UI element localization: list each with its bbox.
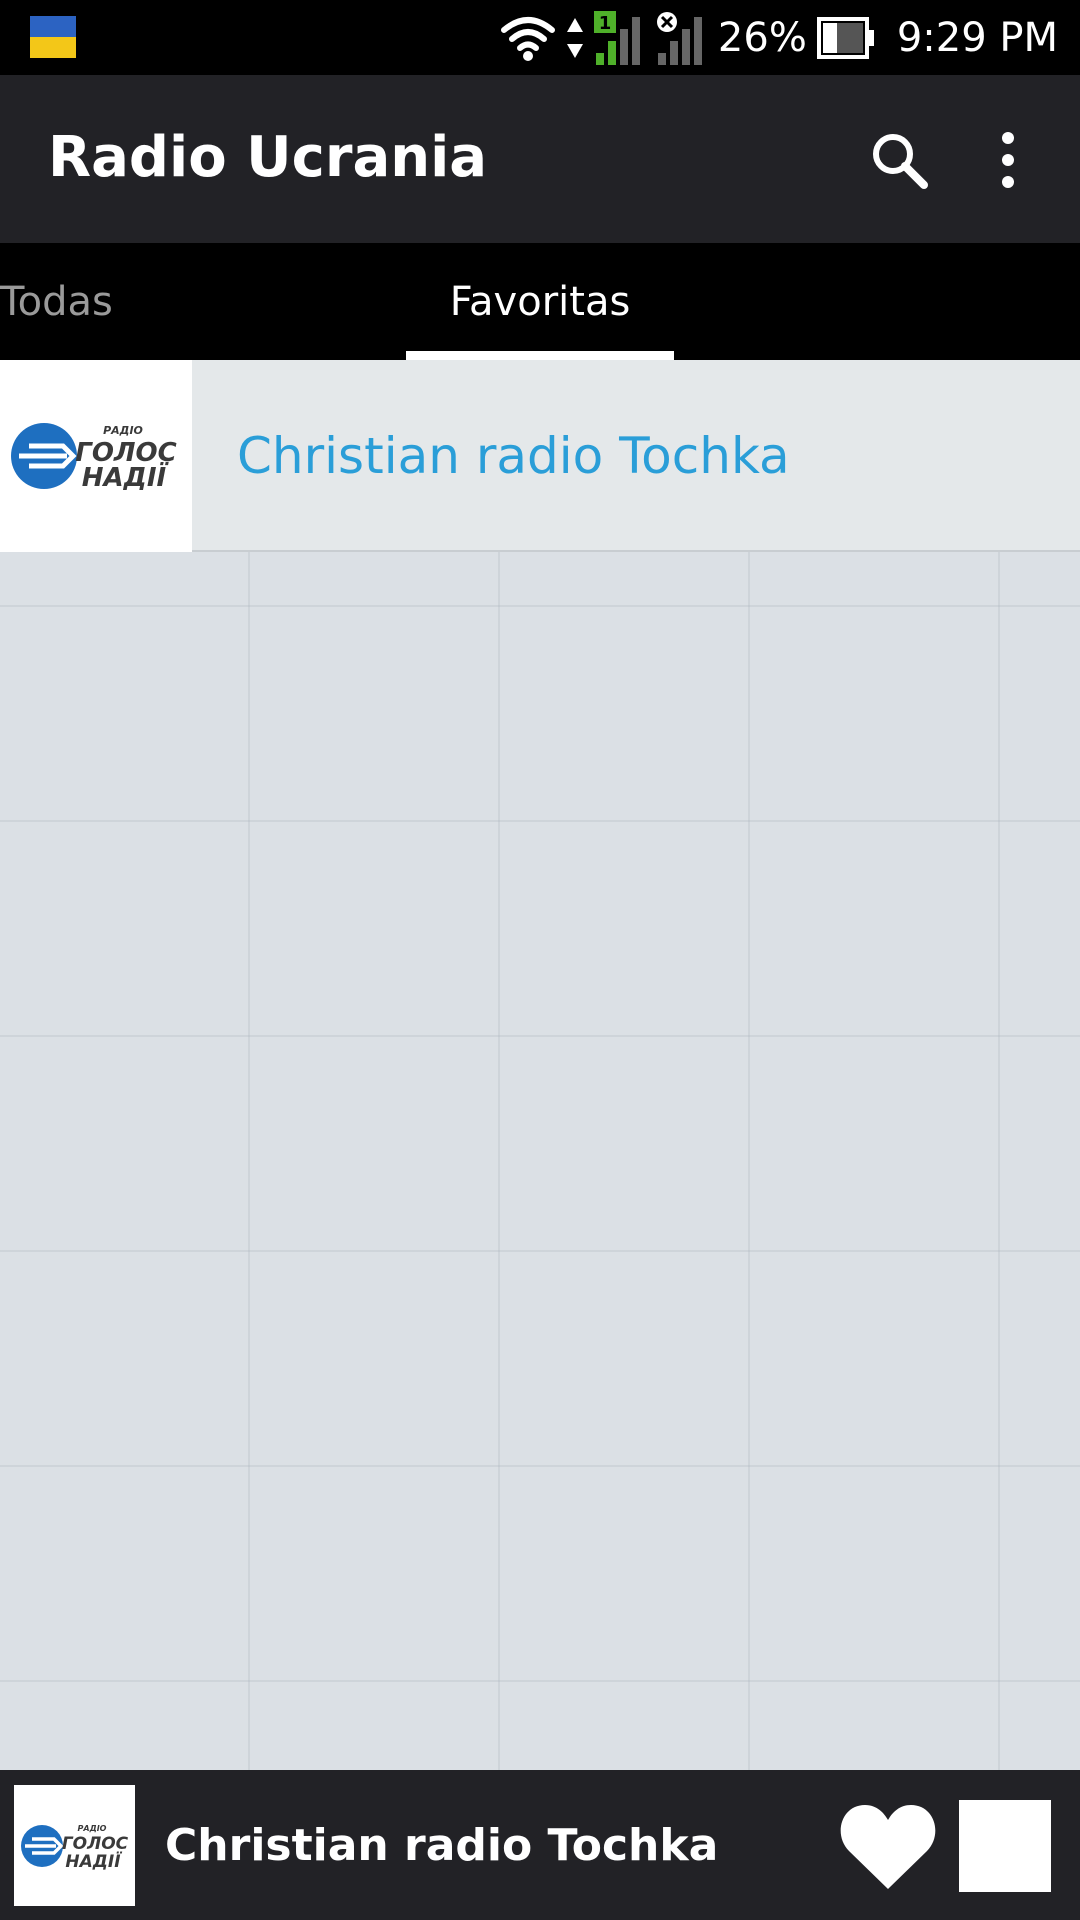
overflow-menu-button[interactable] <box>973 125 1043 195</box>
battery-icon <box>816 16 875 59</box>
tab-indicator <box>406 351 674 360</box>
svg-text:ГОЛОС: ГОЛОС <box>61 1834 128 1854</box>
tab-todas[interactable]: Todas <box>0 243 113 360</box>
svg-text:НАДІЇ: НАДІЇ <box>65 1850 122 1872</box>
heart-icon <box>840 1805 936 1889</box>
signal-sim2-no-service-icon <box>656 11 708 65</box>
station-name: Christian radio Tochka <box>237 427 790 485</box>
now-playing-bar[interactable]: РАДІО ГОЛОС НАДІЇ Christian radio Tochka <box>0 1770 1080 1920</box>
svg-text:НАДІЇ: НАДІЇ <box>82 461 170 493</box>
search-icon <box>873 134 928 189</box>
ukraine-flag-icon <box>30 16 76 58</box>
wifi-icon <box>500 14 556 62</box>
status-bar: 1 26% 9:29 PM <box>0 0 1080 75</box>
list-item[interactable]: РАДІО ГОЛОС НАДІЇ Christian radio Tochka <box>0 360 1080 552</box>
status-icons: 1 26% 9:29 PM <box>500 0 1058 75</box>
tab-favoritas[interactable]: Favoritas <box>406 243 674 360</box>
data-transfer-icon <box>566 16 584 60</box>
clock: 9:29 PM <box>896 14 1058 61</box>
signal-sim1-icon: 1 <box>593 10 646 65</box>
svg-text:РАДІО: РАДІО <box>103 424 143 437</box>
app-title: Radio Ucrania <box>48 125 488 190</box>
battery-percent: 26% <box>717 14 807 61</box>
svg-text:1: 1 <box>599 13 612 34</box>
svg-text:РАДІО: РАДІО <box>77 1824 106 1833</box>
station-logo: РАДІО ГОЛОС НАДІЇ <box>0 360 192 552</box>
favorites-list: РАДІО ГОЛОС НАДІЇ Christian radio Tochka <box>0 360 1080 1770</box>
tab-bar: Todas Favoritas <box>0 243 1080 360</box>
now-playing-title: Christian radio Tochka <box>165 1819 719 1871</box>
favorite-button[interactable] <box>838 1798 938 1894</box>
stop-button[interactable] <box>959 1800 1051 1892</box>
now-playing-logo: РАДІО ГОЛОС НАДІЇ <box>14 1785 135 1906</box>
search-button[interactable] <box>864 125 934 195</box>
app-bar: Radio Ucrania <box>0 75 1080 243</box>
more-vert-icon <box>1002 132 1014 188</box>
